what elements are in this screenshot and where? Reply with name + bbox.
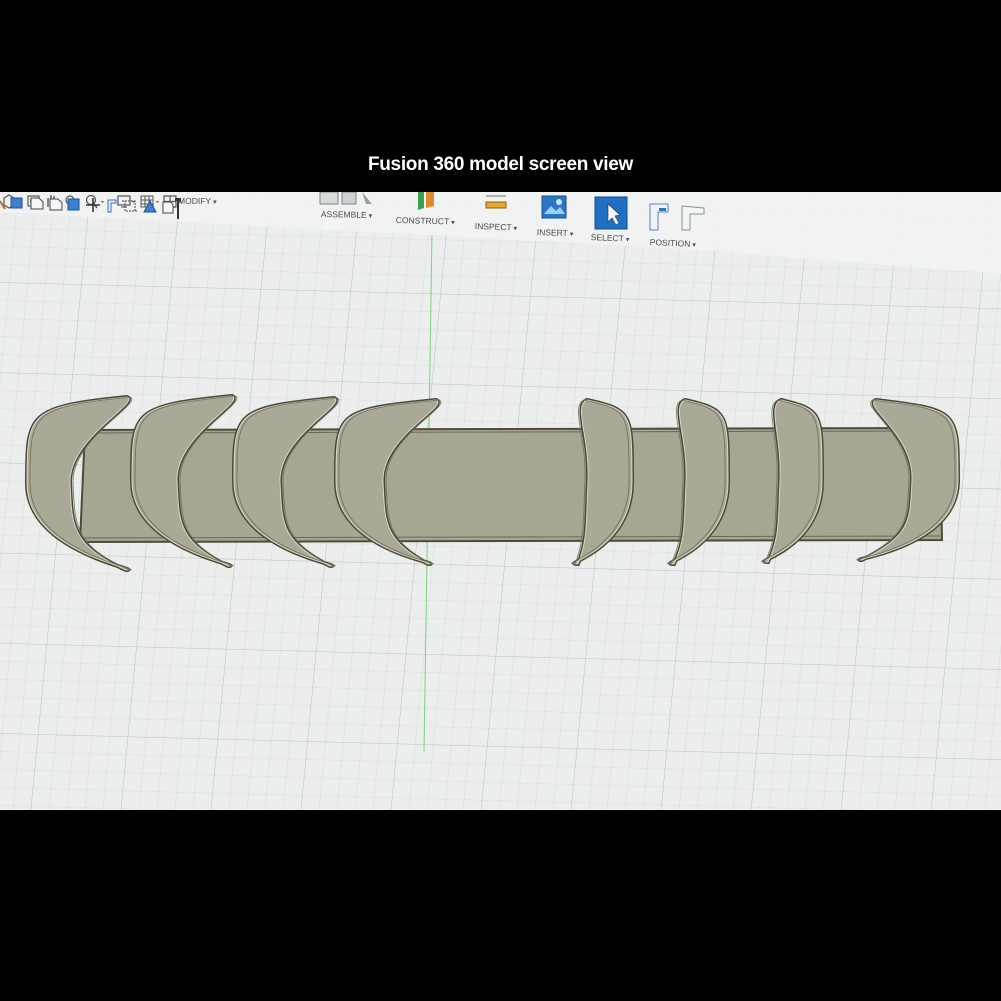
- timeline-body-icon[interactable]: [10, 197, 23, 209]
- chevron-down-icon: ▾: [451, 219, 455, 227]
- chevron-down-icon: ▾: [213, 199, 217, 206]
- crescent-3[interactable]: [231, 395, 340, 569]
- toolbar-assemble[interactable]: ASSEMBLE ▾: [321, 209, 373, 220]
- timeline-extrude-icon[interactable]: [49, 198, 63, 211]
- image-caption: Fusion 360 model screen view: [367, 154, 634, 175]
- timeline-construct-icon[interactable]: [143, 199, 157, 213]
- timeline-bar: [0, 197, 181, 219]
- toolbar-position[interactable]: POSITION ▾: [650, 237, 697, 249]
- crescent-2[interactable]: [129, 393, 238, 569]
- crescent-6[interactable]: [667, 397, 731, 567]
- assemble-label: ASSEMBLE: [320, 209, 367, 220]
- timeline-component-icon[interactable]: [67, 198, 80, 211]
- chevron-down-icon: ▾: [368, 212, 373, 220]
- toolbar-construct[interactable]: CONSTRUCT ▾: [396, 215, 455, 227]
- measure-icon[interactable]: [484, 194, 510, 214]
- position-label: POSITION: [649, 237, 691, 249]
- assemble-icon[interactable]: [318, 192, 378, 208]
- timeline-plane-icon[interactable]: [107, 199, 117, 213]
- timeline-joint-icon[interactable]: [122, 200, 138, 212]
- insert-label: INSERT: [536, 227, 569, 239]
- construct-icon[interactable]: [412, 192, 442, 212]
- fusion-viewport[interactable]: MODIFY ▾ ASSEMBLE ▾ CONSTRUCT ▾ INSPECT ▾ IN…: [0, 192, 1001, 810]
- timeline-marker-icon[interactable]: [0, 200, 6, 210]
- crescent-5[interactable]: [571, 397, 635, 567]
- toolbar-inspect[interactable]: INSPECT ▾: [475, 221, 518, 232]
- crescent-4[interactable]: [333, 397, 442, 567]
- chevron-down-icon: ▾: [513, 225, 518, 233]
- crescent-7[interactable]: [761, 397, 825, 565]
- toolbar-select[interactable]: SELECT ▾: [591, 232, 630, 244]
- timeline-sketch-icon[interactable]: [30, 197, 44, 210]
- crescent-layer: [24, 393, 961, 573]
- toolbar-insert[interactable]: INSERT ▾: [537, 227, 574, 238]
- timeline-sketch-icon[interactable]: [162, 201, 174, 214]
- position-icons[interactable]: [646, 202, 710, 232]
- select-tool-icon[interactable]: [594, 196, 628, 230]
- select-label: SELECT: [590, 232, 625, 244]
- timeline-marker-icon[interactable]: [175, 198, 181, 219]
- crescent-1[interactable]: [24, 394, 133, 573]
- chevron-down-icon: ▾: [692, 241, 696, 250]
- insert-image-icon[interactable]: [540, 194, 568, 222]
- chevron-down-icon: ▾: [625, 236, 630, 244]
- construct-label: CONSTRUCT: [395, 215, 450, 227]
- inspect-label: INSPECT: [474, 221, 512, 233]
- chevron-down-icon: ▾: [569, 231, 574, 239]
- timeline-move-icon[interactable]: [86, 198, 100, 212]
- crescent-8[interactable]: [856, 397, 961, 563]
